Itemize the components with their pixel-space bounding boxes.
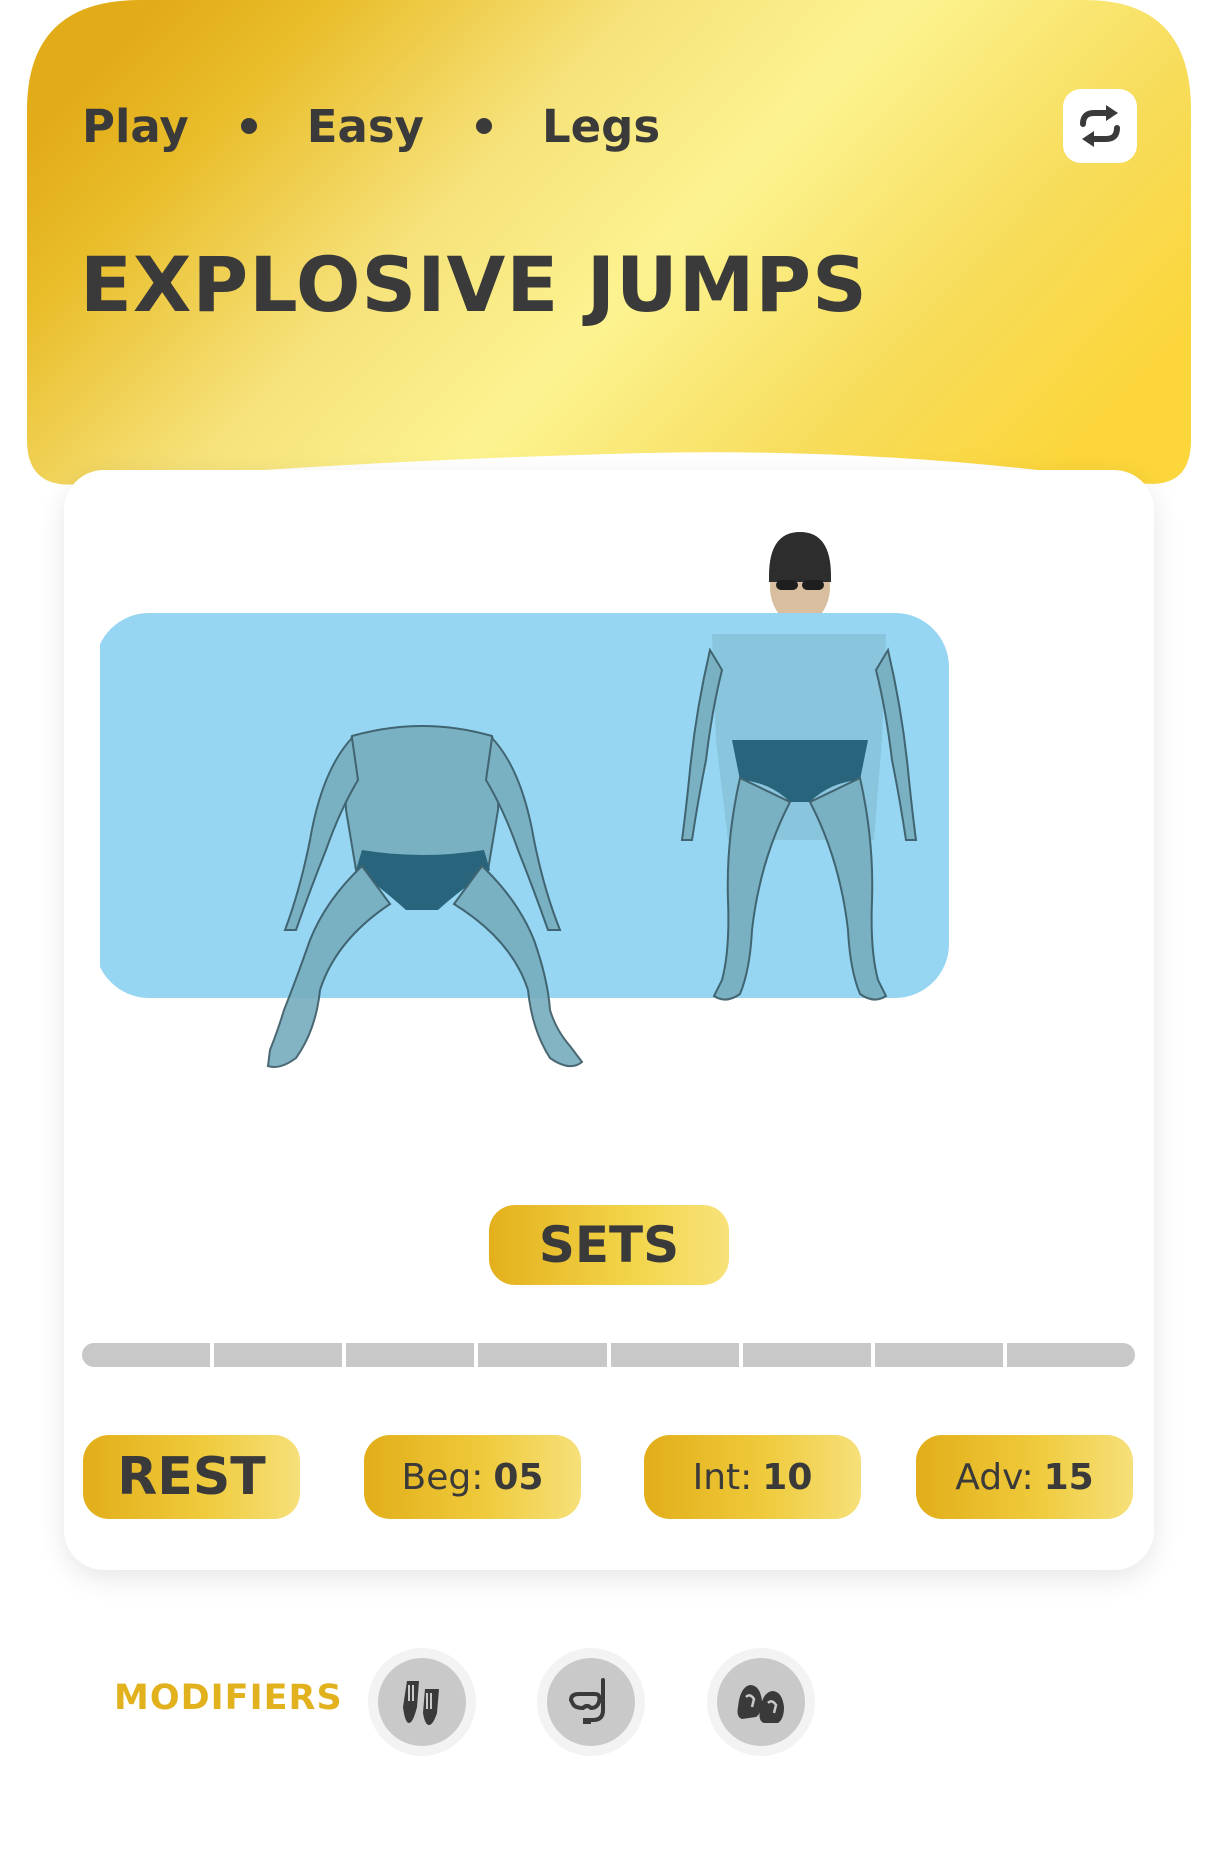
- set-segment: [1006, 1343, 1135, 1367]
- set-segment: [610, 1343, 739, 1367]
- tag-body-part: Legs: [541, 99, 661, 153]
- advanced-reps-button[interactable]: Adv: 15: [916, 1435, 1133, 1519]
- set-segment: [742, 1343, 871, 1367]
- modifier-fins-button[interactable]: [368, 1648, 476, 1756]
- snorkel-mask-icon: [568, 1678, 605, 1724]
- modifier-fins-circle: [378, 1658, 466, 1746]
- modifier-snorkel-button[interactable]: [537, 1648, 645, 1756]
- set-segment: [874, 1343, 1003, 1367]
- modifiers-title: MODIFIERS: [114, 1678, 343, 1718]
- modifiers-label: MODIFIERS :: [114, 1678, 389, 1718]
- beginner-label: Beg:: [401, 1456, 484, 1498]
- modifier-paddles-circle: [717, 1658, 805, 1746]
- refresh-icon: [1080, 105, 1120, 147]
- fins-icon: [403, 1681, 439, 1725]
- separator-dot: [475, 118, 492, 134]
- intermediate-reps-button[interactable]: Int: 10: [644, 1435, 861, 1519]
- set-segment: [346, 1343, 475, 1367]
- rest-button[interactable]: REST: [83, 1435, 300, 1519]
- tag-mode: Play: [82, 99, 189, 153]
- intermediate-label: Int:: [692, 1456, 753, 1498]
- paddles-icon: [737, 1685, 784, 1723]
- exercise-header: Play Easy Legs EXPLOSIVE JUMPS: [0, 0, 1217, 500]
- advanced-label: Adv:: [955, 1456, 1034, 1498]
- modifier-snorkel-circle: [547, 1658, 635, 1746]
- sets-label: SETS: [489, 1205, 729, 1285]
- exercise-tags: Play Easy Legs: [82, 96, 660, 156]
- separator-dot: [240, 118, 257, 134]
- set-segment: [214, 1343, 343, 1367]
- modifier-paddles-button[interactable]: [707, 1648, 815, 1756]
- exercise-illustration: [100, 532, 949, 1068]
- refresh-button[interactable]: [1063, 89, 1137, 163]
- beginner-value: 05: [493, 1456, 544, 1498]
- sets-progress-bar: [82, 1343, 1135, 1367]
- beginner-reps-button[interactable]: Beg: 05: [364, 1435, 581, 1519]
- advanced-value: 15: [1043, 1456, 1094, 1498]
- exercise-title: EXPLOSIVE JUMPS: [80, 240, 868, 329]
- intermediate-value: 10: [762, 1456, 813, 1498]
- set-segment: [478, 1343, 607, 1367]
- tag-difficulty: Easy: [306, 99, 424, 153]
- set-segment: [82, 1343, 211, 1367]
